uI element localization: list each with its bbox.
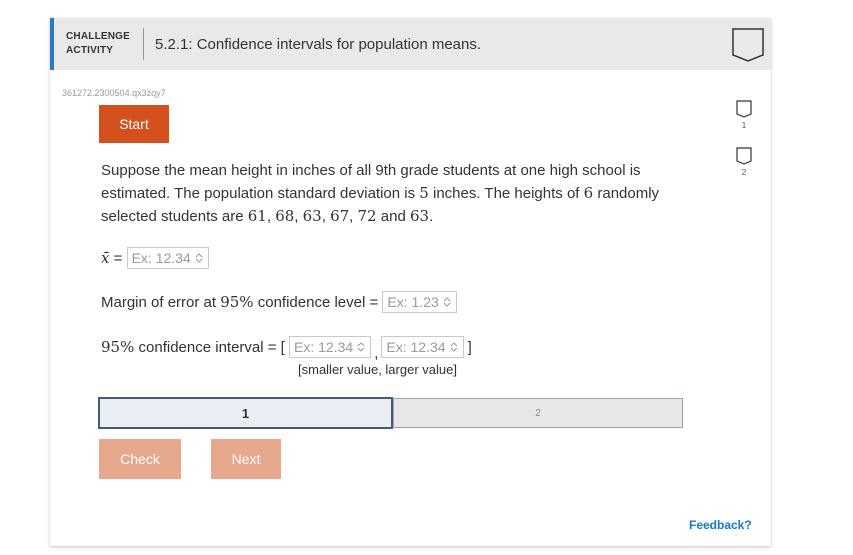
interval-comma: ,	[374, 344, 379, 362]
margin-label: confidence level =	[253, 293, 383, 311]
problem-separator: ,	[294, 208, 303, 225]
problem-separator: ,	[349, 208, 358, 225]
interval-upper-placeholder: Ex: 12.34	[386, 339, 446, 355]
activity-title: 5.2.1: Confidence intervals for populati…	[155, 36, 482, 53]
problem-height: 72	[357, 207, 377, 225]
interval-hint: [smaller value, larger value]	[298, 362, 457, 377]
margin-of-error-row: Margin of error at 95% confidence level …	[101, 291, 457, 313]
completion-badge-icon	[732, 28, 764, 62]
next-button[interactable]: Next	[211, 439, 281, 479]
level-badge-icon	[736, 147, 752, 165]
problem-height: 63	[409, 207, 430, 225]
xbar-symbol: x̄	[101, 249, 110, 267]
challenge-activity-card: CHALLENGE ACTIVITY 5.2.1: Confidence int…	[50, 18, 771, 546]
problem-text: inches. The heights of	[428, 185, 584, 202]
level-2-tab[interactable]: 2	[393, 398, 683, 428]
spinner-icon[interactable]	[442, 295, 452, 309]
problem-separator: ,	[321, 208, 331, 225]
problem-sigma: 5	[419, 184, 429, 202]
header-divider	[143, 28, 144, 60]
activity-id: 361272.2300504.qx3zqy7	[62, 88, 166, 98]
problem-height: 63	[302, 207, 322, 225]
activity-type-label: CHALLENGE ACTIVITY	[66, 30, 136, 58]
problem-separator: ,	[266, 208, 276, 225]
spinner-icon[interactable]	[356, 340, 366, 354]
spinner-icon[interactable]	[449, 340, 459, 354]
feedback-link[interactable]: Feedback?	[689, 518, 752, 532]
level-progress: 1 2	[98, 397, 683, 429]
activity-header: CHALLENGE ACTIVITY 5.2.1: Confidence int…	[50, 18, 771, 70]
start-button[interactable]: Start	[99, 105, 169, 143]
level-2-indicator[interactable]: 2	[735, 147, 753, 177]
level-1-number: 1	[741, 121, 747, 130]
level-1-tab[interactable]: 1	[98, 397, 393, 429]
confidence-level: 95%	[220, 293, 254, 311]
problem-height: 68	[275, 207, 295, 225]
confidence-level: 95%	[101, 338, 135, 356]
problem-statement: Suppose the mean height in inches of all…	[101, 160, 681, 228]
sample-mean-input[interactable]: Ex: 12.34	[126, 247, 209, 269]
spinner-icon[interactable]	[194, 251, 204, 265]
problem-height: 61	[247, 207, 267, 225]
interval-close-bracket: ]	[463, 338, 472, 356]
interval-label: confidence interval = [	[134, 338, 290, 356]
problem-text: and	[376, 208, 410, 225]
activity-type-line1: CHALLENGE	[66, 31, 131, 42]
margin-of-error-input[interactable]: Ex: 1.23	[382, 291, 457, 313]
margin-label: Margin of error at	[101, 293, 221, 311]
level-1-indicator[interactable]: 1	[735, 100, 753, 130]
problem-height: 67	[330, 207, 350, 225]
sample-mean-row: x̄ = Ex: 12.34	[101, 247, 209, 269]
interval-lower-input[interactable]: Ex: 12.34	[289, 336, 372, 358]
problem-sample-size: 6	[583, 184, 594, 202]
margin-placeholder: Ex: 1.23	[387, 294, 439, 310]
interval-upper-input[interactable]: Ex: 12.34	[381, 336, 464, 358]
equals-sign: =	[109, 249, 127, 267]
activity-type-line2: ACTIVITY	[66, 45, 114, 56]
problem-text: .	[429, 208, 434, 225]
level-badge-icon	[736, 100, 752, 118]
check-button[interactable]: Check	[99, 439, 181, 479]
sample-mean-placeholder: Ex: 12.34	[131, 250, 191, 266]
level-2-number: 2	[741, 168, 747, 177]
interval-lower-placeholder: Ex: 12.34	[294, 339, 354, 355]
confidence-interval-row: 95% confidence interval = [ Ex: 12.34 , …	[101, 336, 472, 362]
